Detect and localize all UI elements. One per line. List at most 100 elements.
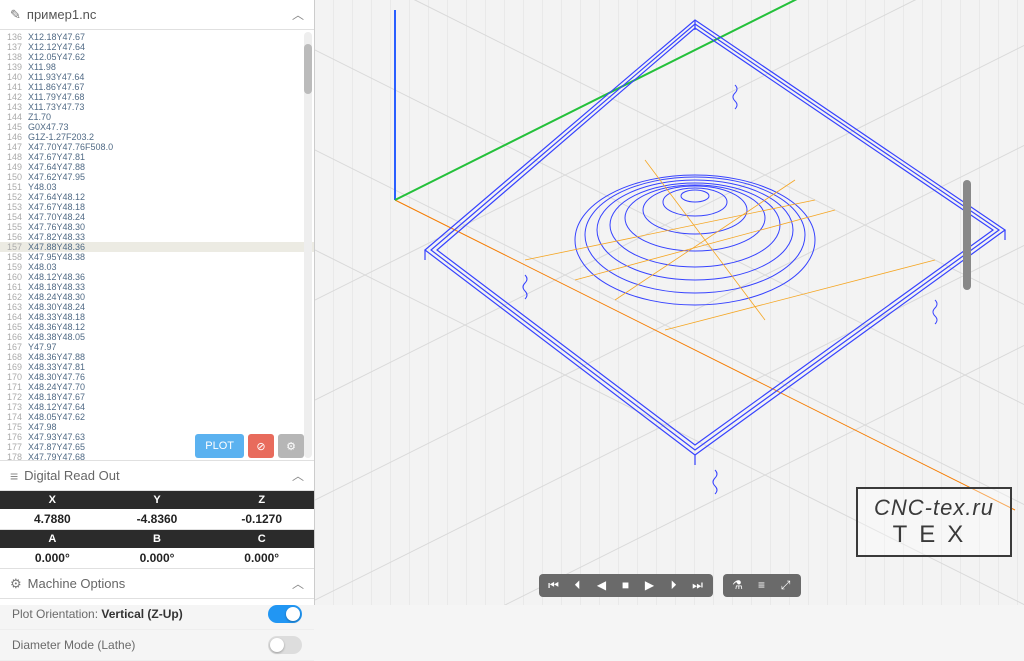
dro-col-y: Y	[105, 491, 210, 509]
chevron-up-icon[interactable]: ︿	[292, 6, 304, 23]
dro-head-abc: A B C	[0, 530, 314, 548]
gcode-line[interactable]: 156X47.82Y48.33	[0, 232, 314, 242]
dro-a: 0.000°	[0, 548, 105, 568]
gcode-line[interactable]: 139X11.98	[0, 62, 314, 72]
gcode-line[interactable]: 150X47.62Y47.95	[0, 172, 314, 182]
view-zoom-slider[interactable]	[963, 180, 971, 290]
stop-button[interactable]: ■	[617, 578, 635, 593]
watermark-line1: CNC-tex.ru	[874, 495, 994, 521]
dro-title: Digital Read Out	[24, 468, 119, 483]
diameter-mode-toggle[interactable]	[268, 636, 302, 654]
skip-end-button[interactable]: ⏭	[689, 578, 707, 593]
frame-back-button[interactable]: ⏴	[569, 578, 587, 593]
dro-header[interactable]: Digital Read Out ︿	[0, 460, 314, 491]
gcode-line[interactable]: 160X48.12Y48.36	[0, 272, 314, 282]
edit-icon: ✎	[10, 7, 21, 23]
plot-orientation-label: Plot Orientation:	[12, 607, 98, 621]
dro-col-z: Z	[209, 491, 314, 509]
gcode-line[interactable]: 138X12.05Y47.62	[0, 52, 314, 62]
playback-bar: ⏮ ⏴ ◀ ■ ▶ ⏵ ⏭ ⚗ ≡ ⤢	[539, 574, 801, 597]
diameter-mode-label: Diameter Mode (Lathe)	[12, 638, 135, 652]
gcode-line[interactable]: 141X11.86Y47.67	[0, 82, 314, 92]
gcode-line[interactable]: 165X48.36Y48.12	[0, 322, 314, 332]
gcode-line[interactable]: 166X48.38Y48.05	[0, 332, 314, 342]
dro-z: -0.1270	[209, 509, 314, 529]
dro-head-xyz: X Y Z	[0, 491, 314, 509]
gcode-line[interactable]: 175X47.98	[0, 422, 314, 432]
dro-col-c: C	[209, 530, 314, 548]
dro-col-b: B	[105, 530, 210, 548]
axis-y	[395, 200, 1015, 510]
gcode-line[interactable]: 153X47.67Y48.18	[0, 202, 314, 212]
gcode-line[interactable]: 167Y47.97	[0, 342, 314, 352]
axis-x	[395, 0, 1015, 200]
gcode-line[interactable]: 151Y48.03	[0, 182, 314, 192]
gcode-line[interactable]: 157X47.88Y48.36	[0, 242, 314, 252]
gcode-line[interactable]: 159X48.03	[0, 262, 314, 272]
dro-table: X Y Z 4.7880 -4.8360 -0.1270 A B C 0.000…	[0, 491, 314, 569]
layers-icon[interactable]: ≡	[753, 578, 771, 593]
watermark: CNC-tex.ru TEX	[856, 487, 1012, 557]
plot-orientation-value: Vertical (Z-Up)	[101, 607, 182, 621]
gcode-line[interactable]: 174X48.05Y47.62	[0, 412, 314, 422]
gcode-button-row: PLOT ⊘ ⚙	[195, 434, 304, 458]
gcode-line[interactable]: 144Z1.70	[0, 112, 314, 122]
gcode-line[interactable]: 173X48.12Y47.64	[0, 402, 314, 412]
gcode-line[interactable]: 136X12.18Y47.67	[0, 32, 314, 42]
dro-col-a: A	[0, 530, 105, 548]
gcode-line[interactable]: 172X48.18Y47.67	[0, 392, 314, 402]
gcode-line[interactable]: 145G0X47.73	[0, 122, 314, 132]
gcode-line[interactable]: 171X48.24Y47.70	[0, 382, 314, 392]
gcode-line[interactable]: 169X48.33Y47.81	[0, 362, 314, 372]
watermark-line2: TEX	[874, 521, 994, 549]
play-button[interactable]: ▶	[641, 578, 659, 593]
gcode-line[interactable]: 161X48.18Y48.33	[0, 282, 314, 292]
dro-vals-xyz: 4.7880 -4.8360 -0.1270	[0, 509, 314, 530]
settings-button[interactable]: ⚙	[278, 434, 304, 458]
dro-x: 4.7880	[0, 509, 105, 529]
diameter-mode-row: Diameter Mode (Lathe)	[0, 630, 314, 661]
gcode-editor[interactable]: 136X12.18Y47.67137X12.12Y47.64138X12.05Y…	[0, 30, 314, 460]
gcode-line[interactable]: 162X48.24Y48.30	[0, 292, 314, 302]
gcode-line[interactable]: 143X11.73Y47.73	[0, 102, 314, 112]
scrollbar-thumb[interactable]	[304, 44, 312, 94]
viewport-3d[interactable]: CNC-tex.ru TEX ⏮ ⏴ ◀ ■ ▶ ⏵ ⏭ ⚗ ≡ ⤢	[315, 0, 1024, 605]
gcode-line[interactable]: 170X48.30Y47.76	[0, 372, 314, 382]
chevron-up-icon[interactable]: ︿	[292, 575, 304, 592]
cancel-button[interactable]: ⊘	[248, 434, 274, 458]
file-header[interactable]: ✎ пример1.nc ︿	[0, 0, 314, 30]
dro-col-x: X	[0, 491, 105, 509]
gcode-line[interactable]: 140X11.93Y47.64	[0, 72, 314, 82]
gcode-line[interactable]: 148X47.67Y47.81	[0, 152, 314, 162]
scrollbar-track[interactable]	[304, 32, 312, 458]
menu-icon	[10, 468, 24, 484]
gcode-line[interactable]: 149X47.64Y47.88	[0, 162, 314, 172]
gcode-line[interactable]: 168X48.36Y47.88	[0, 352, 314, 362]
plot-button[interactable]: PLOT	[195, 434, 244, 458]
expand-icon[interactable]: ⤢	[777, 578, 795, 593]
gcode-line[interactable]: 147X47.70Y47.76F508.0	[0, 142, 314, 152]
gcode-line[interactable]: 152X47.64Y48.12	[0, 192, 314, 202]
gcode-line[interactable]: 155X47.76Y48.30	[0, 222, 314, 232]
gcode-line[interactable]: 137X12.12Y47.64	[0, 42, 314, 52]
gcode-line[interactable]: 158X47.95Y48.38	[0, 252, 314, 262]
machine-options-header[interactable]: ⚙ Machine Options ︿	[0, 569, 314, 599]
gear-icon: ⚙	[10, 576, 22, 592]
chevron-up-icon[interactable]: ︿	[292, 467, 304, 484]
gcode-line[interactable]: 142X11.79Y47.68	[0, 92, 314, 102]
machine-options-title: Machine Options	[28, 576, 126, 591]
skip-start-button[interactable]: ⏮	[545, 578, 563, 593]
gcode-line[interactable]: 163X48.30Y48.24	[0, 302, 314, 312]
gcode-line[interactable]: 146G1Z-1.27F203.2	[0, 132, 314, 142]
dro-y: -4.8360	[105, 509, 210, 529]
plot-orientation-toggle[interactable]	[268, 605, 302, 623]
file-name: пример1.nc	[27, 7, 97, 22]
gcode-line[interactable]: 154X47.70Y48.24	[0, 212, 314, 222]
flask-icon[interactable]: ⚗	[729, 578, 747, 593]
view-controls: ⚗ ≡ ⤢	[723, 574, 801, 597]
frame-fwd-button[interactable]: ⏵	[665, 578, 683, 593]
gcode-line[interactable]: 164X48.33Y48.18	[0, 312, 314, 322]
dro-c: 0.000°	[209, 548, 314, 568]
plot-orientation-row: Plot Orientation: Vertical (Z-Up)	[0, 599, 314, 630]
step-back-button[interactable]: ◀	[593, 578, 611, 593]
